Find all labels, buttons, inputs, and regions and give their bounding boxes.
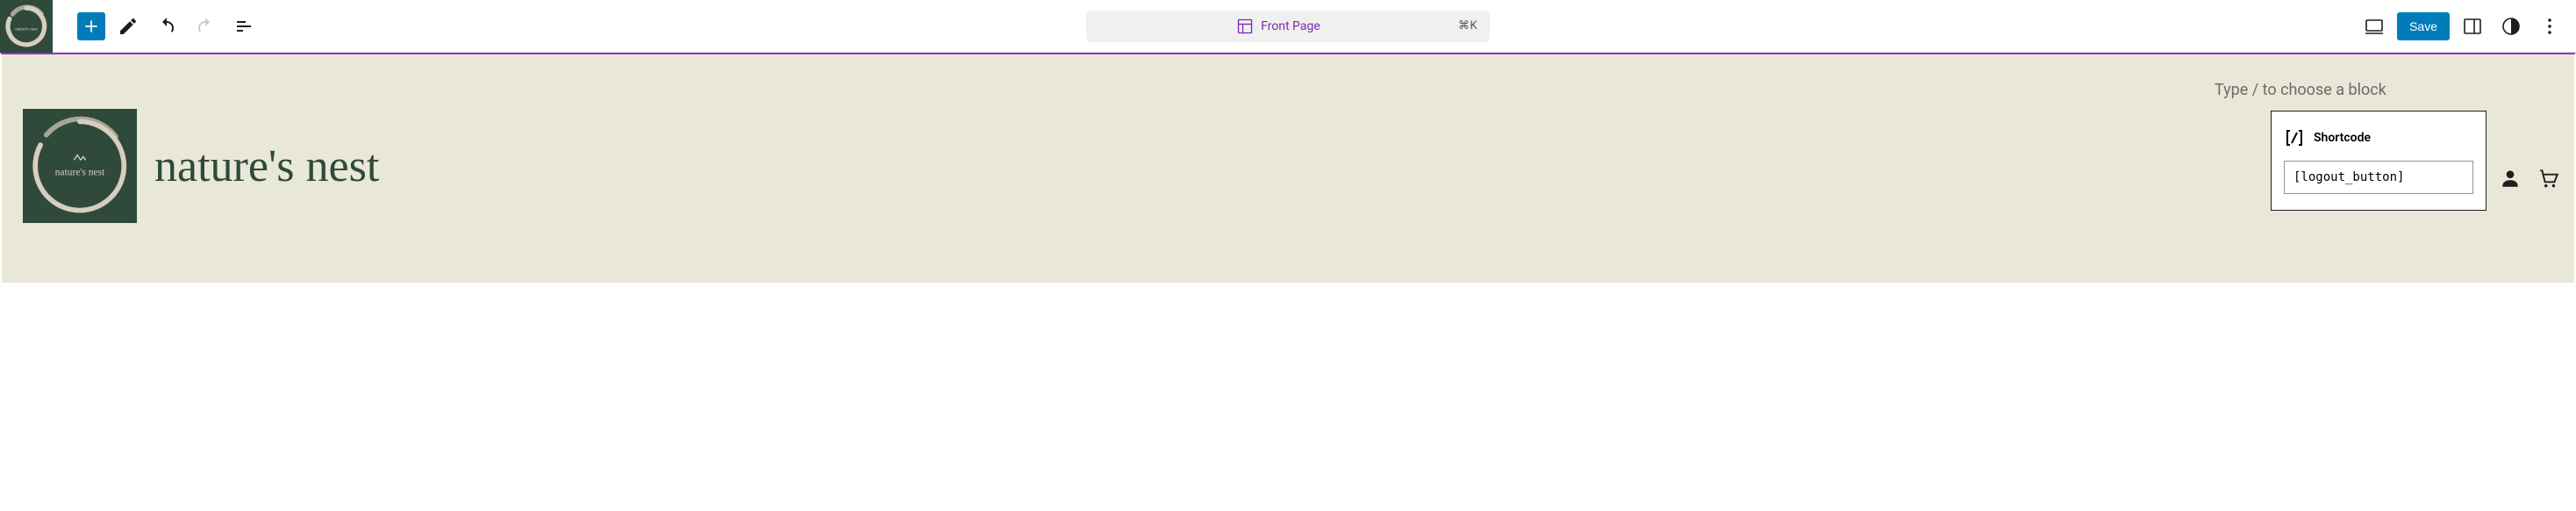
save-button[interactable]: Save <box>2397 12 2450 40</box>
page-chip: Front Page <box>1236 18 1320 35</box>
plus-icon <box>82 18 100 35</box>
shortcode-block[interactable]: Shortcode <box>2271 111 2487 211</box>
editor-canvas-wrap: Type / to choose a block nature's nest n… <box>0 53 2576 284</box>
undo-icon <box>156 16 177 37</box>
cart-button[interactable] <box>2537 167 2560 193</box>
undo-button[interactable] <box>151 11 182 42</box>
pencil-icon <box>118 16 139 37</box>
list-view-button[interactable] <box>228 11 260 42</box>
user-icon <box>2499 167 2522 190</box>
shortcode-block-header: Shortcode <box>2284 127 2473 148</box>
account-button[interactable] <box>2499 167 2522 193</box>
styles-button[interactable] <box>2495 11 2527 42</box>
command-center[interactable]: Front Page ⌘K <box>1086 11 1490 42</box>
contrast-icon <box>2501 16 2522 37</box>
site-logo-icon: nature's nest <box>25 112 134 220</box>
redo-button[interactable] <box>190 11 221 42</box>
sidebar-icon <box>2462 16 2483 37</box>
settings-sidebar-button[interactable] <box>2457 11 2488 42</box>
header-action-icons <box>2499 167 2560 193</box>
site-header-row: nature's nest nature's nest <box>23 83 2553 223</box>
editor-toolbar: nature's nest Front Page ⌘K Save <box>0 0 2576 53</box>
svg-text:nature's nest: nature's nest <box>15 26 38 32</box>
edit-tool-button[interactable] <box>112 11 144 42</box>
block-placeholder-hint[interactable]: Type / to choose a block <box>2215 81 2522 99</box>
shortcut-hint: ⌘K <box>1458 19 1478 32</box>
list-view-icon <box>233 16 254 37</box>
toolbar-left: nature's nest <box>0 0 260 53</box>
shortcode-input[interactable] <box>2284 161 2473 194</box>
logo-inner-text: nature's nest <box>55 167 105 177</box>
shortcode-icon <box>2284 127 2305 148</box>
site-logo-icon: nature's nest <box>4 4 49 49</box>
toolbar-right: Save <box>2358 11 2576 42</box>
template-icon <box>1236 18 1254 35</box>
site-title-block[interactable]: nature's nest <box>154 140 379 192</box>
shortcode-label: Shortcode <box>2314 131 2371 145</box>
editor-canvas[interactable]: Type / to choose a block nature's nest n… <box>2 54 2574 283</box>
cart-icon <box>2537 167 2560 190</box>
options-menu-button[interactable] <box>2534 11 2565 42</box>
redo-icon <box>195 16 216 37</box>
site-icon-button[interactable]: nature's nest <box>0 0 53 53</box>
desktop-icon <box>2364 16 2385 37</box>
site-logo-block[interactable]: nature's nest <box>23 109 137 223</box>
kebab-icon <box>2539 16 2560 37</box>
block-inserter-button[interactable] <box>77 12 105 40</box>
page-label: Front Page <box>1261 19 1320 33</box>
view-desktop-button[interactable] <box>2358 11 2390 42</box>
